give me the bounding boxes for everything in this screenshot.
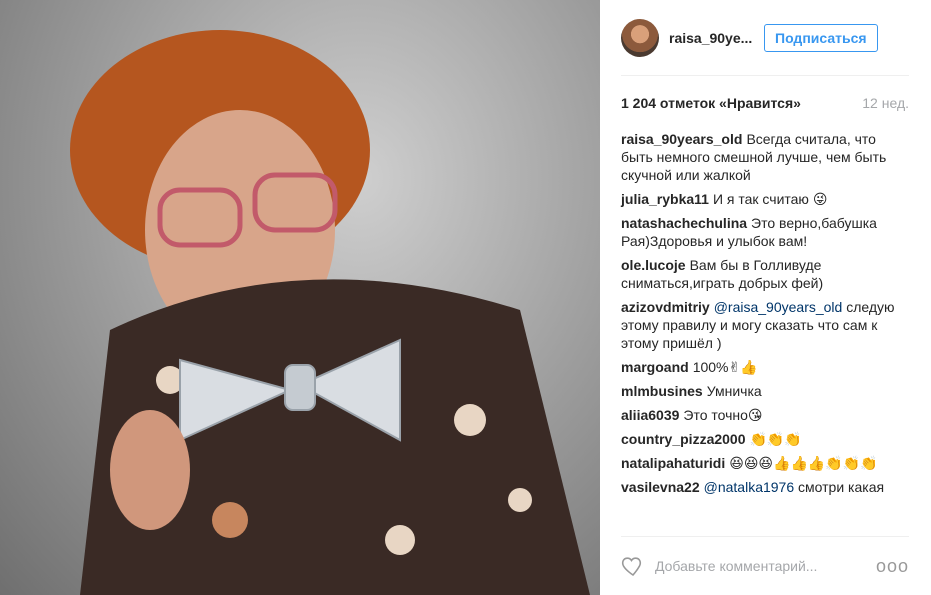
- comment-username[interactable]: mlmbusines: [621, 383, 703, 399]
- comment-username[interactable]: aliia6039: [621, 407, 679, 423]
- comment-username[interactable]: natalipahaturidi: [621, 455, 725, 471]
- comment-item: natashachechulina Это верно,бабушка Рая)З…: [621, 214, 909, 250]
- post-time[interactable]: 12 нед.: [862, 95, 909, 111]
- comment-text: 100%✌👍: [692, 359, 758, 375]
- comment-text: Это точно😘: [683, 407, 763, 423]
- comment-text: смотри какая: [798, 479, 885, 495]
- comment-username[interactable]: natashachechulina: [621, 215, 747, 231]
- comment-item: vasilevna22 @natalka1976 смотри какая: [621, 478, 909, 496]
- comment-username[interactable]: julia_rybka11: [621, 191, 709, 207]
- comment-item: julia_rybka11 И я так считаю 😜: [621, 190, 909, 208]
- comment-item: natalipahaturidi 😆😆😆👍👍👍👏👏👏: [621, 454, 909, 472]
- comment-text: 😆😆😆👍👍👍👏👏👏: [729, 455, 878, 471]
- comment-item: raisa_90years_old Всегда считала, что быт…: [621, 130, 909, 184]
- comment-item: mlmbusines Умничка: [621, 382, 909, 400]
- comment-username[interactable]: raisa_90years_old: [621, 131, 742, 147]
- comment-item: aliia6039 Это точно😘: [621, 406, 909, 424]
- comment-username[interactable]: margoand: [621, 359, 689, 375]
- more-options-icon[interactable]: ooo: [876, 556, 909, 577]
- likes-count[interactable]: 1 204 отметок «Нравится»: [621, 95, 801, 111]
- comment-username[interactable]: azizovdmitriy: [621, 299, 710, 315]
- post-photo[interactable]: [0, 0, 600, 595]
- username-link[interactable]: raisa_90ye...: [669, 30, 764, 46]
- instagram-post: raisa_90ye... Подписаться 1 204 отметок …: [0, 0, 931, 595]
- comment-username[interactable]: country_pizza2000: [621, 431, 746, 447]
- heart-icon[interactable]: [621, 554, 645, 578]
- follow-button[interactable]: Подписаться: [764, 23, 878, 52]
- avatar[interactable]: [621, 18, 659, 57]
- comment-item: country_pizza2000 👏👏👏: [621, 430, 909, 448]
- post-header: raisa_90ye... Подписаться: [621, 0, 909, 76]
- comment-item: margoand 100%✌👍: [621, 358, 909, 376]
- comment-text: И я так считаю 😜: [712, 191, 828, 207]
- comment-username[interactable]: vasilevna22: [621, 479, 700, 495]
- comment-mention[interactable]: @natalka1976: [704, 479, 795, 495]
- post-footer: Добавьте комментарий... ooo: [621, 536, 909, 595]
- comment-text: 👏👏👏: [749, 431, 802, 447]
- photo-illustration: [70, 30, 590, 595]
- comments-list: raisa_90years_old Всегда считала, что быт…: [621, 130, 909, 496]
- comment-input[interactable]: Добавьте комментарий...: [655, 558, 876, 574]
- post-stats: 1 204 отметок «Нравится» 12 нед.: [621, 76, 909, 130]
- comment-mention[interactable]: @raisa_90years_old: [714, 299, 843, 315]
- post-sidebar: raisa_90ye... Подписаться 1 204 отметок …: [600, 0, 931, 595]
- comment-item: azizovdmitriy @raisa_90years_old следую э…: [621, 298, 909, 352]
- comment-username[interactable]: ole.lucoje: [621, 257, 686, 273]
- comment-item: ole.lucoje Вам бы в Голливуде сниматься,и…: [621, 256, 909, 292]
- comment-text: Умничка: [706, 383, 762, 399]
